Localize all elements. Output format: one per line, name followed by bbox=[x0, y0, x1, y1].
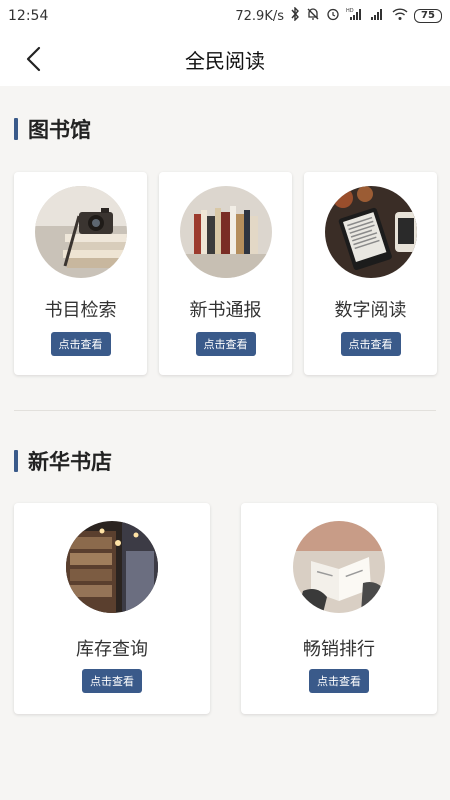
hd-label: HD bbox=[346, 8, 354, 14]
view-button[interactable]: 点击查看 bbox=[195, 332, 256, 356]
view-button[interactable]: 点击查看 bbox=[50, 332, 111, 356]
ereader-image bbox=[324, 186, 417, 278]
chevron-left-icon bbox=[26, 46, 41, 72]
book-row-image bbox=[179, 186, 272, 278]
camera-books-image bbox=[34, 186, 127, 278]
battery-icon: 75 bbox=[414, 9, 442, 23]
card-label: 书目检索 bbox=[44, 300, 117, 321]
mute-bell-icon bbox=[306, 7, 320, 25]
view-button[interactable]: 点击查看 bbox=[82, 669, 142, 693]
wifi-icon bbox=[392, 7, 408, 25]
signal-hd-icon: HD bbox=[346, 7, 364, 25]
card-label: 畅销排行 bbox=[303, 639, 375, 660]
section-title-text: 新华书店 bbox=[28, 450, 112, 474]
card-bestseller-ranking[interactable]: 畅销排行 点击查看 bbox=[241, 503, 437, 714]
signal-icon bbox=[370, 7, 386, 25]
open-book-image bbox=[293, 521, 385, 613]
section-accent-bar bbox=[14, 450, 18, 472]
card-inventory-query[interactable]: 库存查询 点击查看 bbox=[14, 503, 210, 714]
bookstore-shelves-image bbox=[66, 521, 158, 613]
card-digital-reading[interactable]: 数字阅读 点击查看 bbox=[304, 172, 437, 375]
status-time: 12:54 bbox=[8, 8, 49, 24]
network-speed: 72.9K/s bbox=[235, 8, 284, 24]
app-bar: 全民阅读 bbox=[0, 32, 450, 86]
section-accent-bar bbox=[14, 118, 18, 140]
page-title: 全民阅读 bbox=[185, 48, 265, 73]
status-bar: 12:54 72.9K/s HD 75 bbox=[0, 0, 450, 32]
alarm-icon bbox=[326, 7, 340, 25]
card-label: 数字阅读 bbox=[334, 300, 407, 321]
section-divider bbox=[14, 410, 436, 411]
card-label: 库存查询 bbox=[76, 639, 148, 660]
card-new-books[interactable]: 新书通报 点击查看 bbox=[159, 172, 292, 375]
section-title-bookstore: 新华书店 bbox=[14, 446, 112, 476]
section-title-library: 图书馆 bbox=[14, 114, 91, 144]
card-label: 新书通报 bbox=[189, 300, 262, 321]
view-button[interactable]: 点击查看 bbox=[309, 669, 369, 693]
bluetooth-icon bbox=[290, 6, 300, 25]
view-button[interactable]: 点击查看 bbox=[340, 332, 401, 356]
card-catalog-search[interactable]: 书目检索 点击查看 bbox=[14, 172, 147, 375]
back-button[interactable] bbox=[16, 42, 50, 76]
status-icons: 72.9K/s HD 75 bbox=[235, 6, 442, 25]
section-title-text: 图书馆 bbox=[28, 118, 91, 142]
